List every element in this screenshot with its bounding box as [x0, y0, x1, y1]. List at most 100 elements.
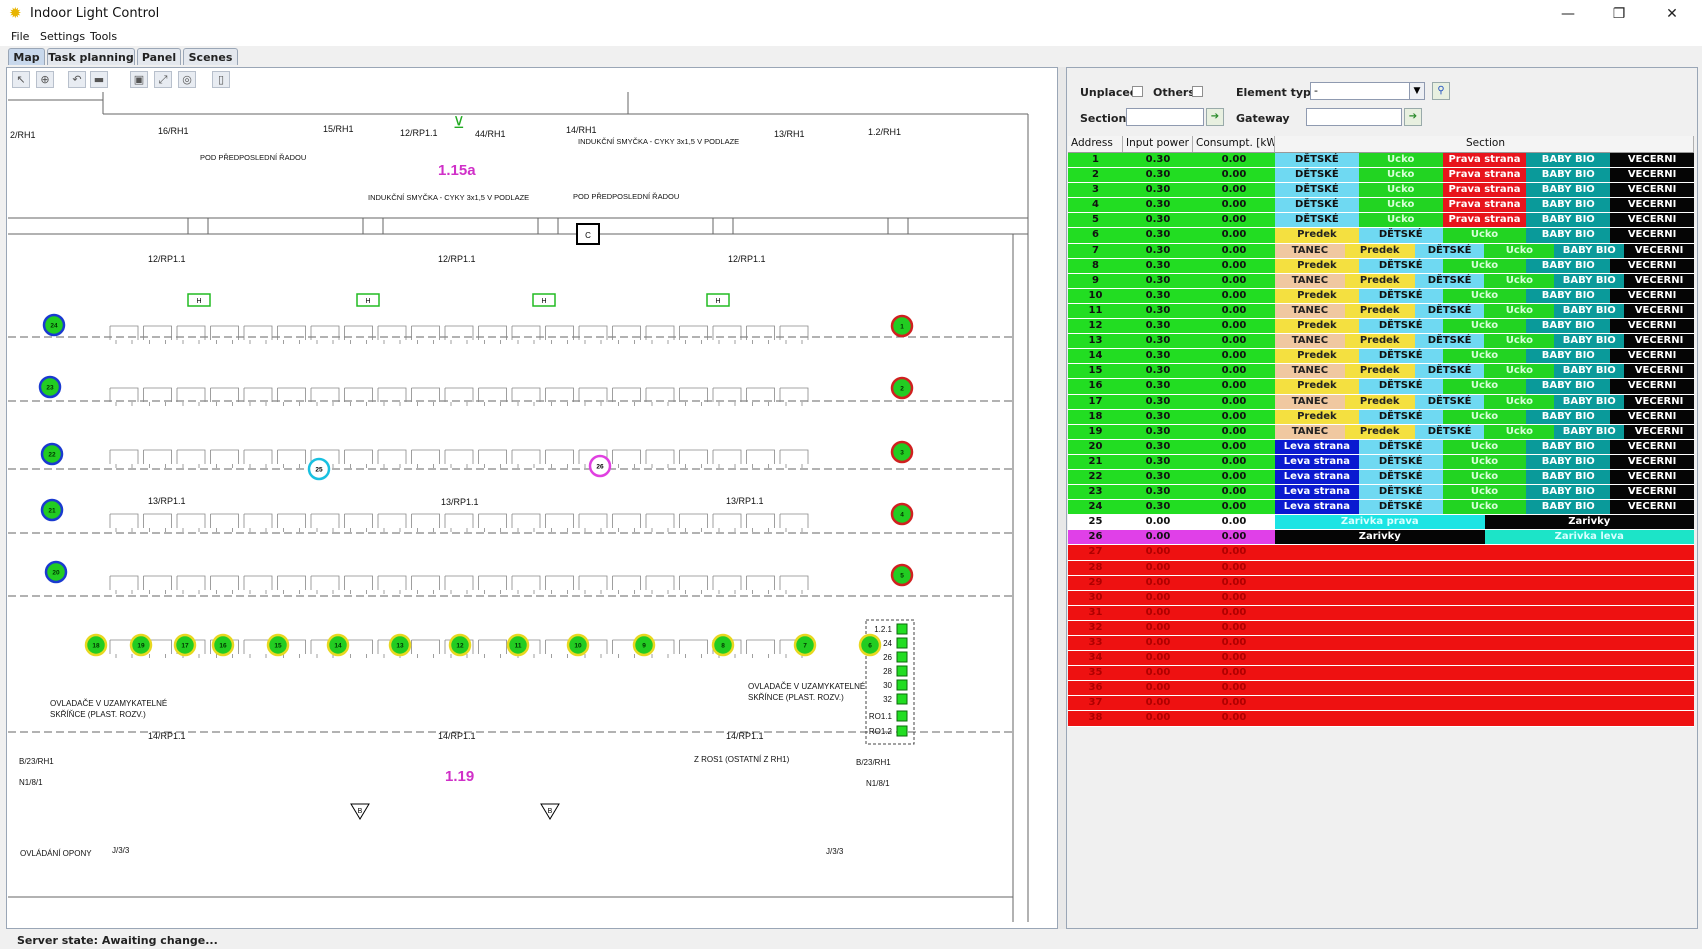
- table-row[interactable]: 22 0.30 0.00 Leva strana DĚTSKÉ Ucko BABY BIO V…: [1068, 469, 1694, 486]
- minimize-button[interactable]: —: [1545, 2, 1591, 26]
- table-row[interactable]: 26 0.00 0.00 Zarivky Zarivka leva: [1068, 530, 1694, 546]
- panel-row-indicator[interactable]: [896, 710, 908, 722]
- section-cell: DĚTSKÉ Ucko Prava strana BABY BIO VECERNI: [1275, 168, 1694, 183]
- table-row[interactable]: 29 0.00 0.00: [1068, 575, 1694, 591]
- table-row[interactable]: 32 0.00 0.00: [1068, 620, 1694, 636]
- tab-task-planning[interactable]: Task planning: [47, 48, 135, 65]
- panel-row-indicator[interactable]: [896, 725, 908, 737]
- table-row[interactable]: 28 0.00 0.00: [1068, 560, 1694, 576]
- section-tag: VECERNI: [1610, 409, 1694, 424]
- section-tag: BABY BIO: [1526, 183, 1611, 198]
- map-note: OVLÁDÁNÍ OPONY: [20, 849, 92, 858]
- restore-button[interactable]: ❐: [1596, 2, 1642, 26]
- section-tag: Leva strana: [1275, 500, 1359, 515]
- table-row[interactable]: 3 0.30 0.00 DĚTSKÉ Ucko Prava strana BABY BIO V…: [1068, 183, 1694, 199]
- info-icon[interactable]: ▯: [212, 71, 230, 88]
- table-row[interactable]: 6 0.30 0.00 Predek DĚTSKÉ Ucko BABY BIO VECERNI: [1068, 228, 1694, 244]
- section-cell: [1275, 620, 1694, 635]
- table-row[interactable]: 10 0.30 0.00 Predek DĚTSKÉ Ucko BABY BIO VECERN…: [1068, 288, 1694, 304]
- floor-plan-map[interactable]: 2/RH1 16/RH1 15/RH1 12/RP1.1 44/RH1 14/R…: [8, 92, 1056, 928]
- section-input[interactable]: [1126, 108, 1204, 126]
- chevron-down-icon[interactable]: ▼: [1409, 82, 1425, 100]
- table-row[interactable]: 5 0.30 0.00 DĚTSKÉ Ucko Prava strana BABY BIO V…: [1068, 213, 1694, 229]
- address-cell: 3: [1068, 183, 1123, 198]
- menu-tools[interactable]: Tools: [90, 30, 117, 43]
- table-row[interactable]: 17 0.30 0.00 TANEC Predek DĚTSKÉ Ucko BABY BIO V…: [1068, 394, 1694, 410]
- section-tag: Leva strana: [1275, 469, 1359, 485]
- table-row[interactable]: 30 0.00 0.00: [1068, 590, 1694, 606]
- column-header-input-power[interactable]: Input power ...: [1123, 136, 1193, 152]
- import-icon[interactable]: ▣: [130, 71, 148, 88]
- table-row[interactable]: 2 0.30 0.00 DĚTSKÉ Ucko Prava strana BABY BIO V…: [1068, 168, 1694, 184]
- section-cell: [1275, 575, 1694, 590]
- close-button[interactable]: ✕: [1649, 2, 1695, 26]
- section-apply-arrow-icon[interactable]: ➔: [1206, 108, 1224, 126]
- table-row[interactable]: 31 0.00 0.00: [1068, 605, 1694, 621]
- section-tag: BABY BIO: [1526, 153, 1611, 168]
- table-row[interactable]: 12 0.30 0.00 Predek DĚTSKÉ Ucko BABY BIO VECERN…: [1068, 319, 1694, 335]
- table-row[interactable]: 33 0.00 0.00: [1068, 636, 1694, 652]
- table-row[interactable]: 37 0.00 0.00: [1068, 696, 1694, 712]
- select-tool-icon[interactable]: ↖: [12, 71, 30, 88]
- column-header-section[interactable]: Section: [1275, 136, 1694, 152]
- table-row[interactable]: 19 0.30 0.00 TANEC Predek DĚTSKÉ Ucko BABY BIO V…: [1068, 424, 1694, 440]
- tab-map[interactable]: Map: [8, 48, 45, 65]
- section-tag: Predek: [1344, 424, 1415, 439]
- gateway-input[interactable]: [1306, 108, 1402, 126]
- table-row[interactable]: 35 0.00 0.00: [1068, 666, 1694, 682]
- gateway-apply-arrow-icon[interactable]: ➔: [1404, 108, 1422, 126]
- unplaced-checkbox[interactable]: [1132, 86, 1143, 97]
- table-row[interactable]: 24 0.30 0.00 Leva strana DĚTSKÉ Ucko BABY BIO V…: [1068, 500, 1694, 516]
- table-row[interactable]: 11 0.30 0.00 TANEC Predek DĚTSKÉ Ucko BABY BIO V…: [1068, 303, 1694, 320]
- section-cell: Predek DĚTSKÉ Ucko BABY BIO VECERNI: [1275, 379, 1694, 394]
- others-checkbox[interactable]: [1192, 86, 1203, 97]
- table-row[interactable]: 25 0.00 0.00 Zarivka prava Zarivky: [1068, 515, 1694, 531]
- table-row[interactable]: 7 0.30 0.00 TANEC Predek DĚTSKÉ Ucko BABY BIO VE…: [1068, 243, 1694, 259]
- table-row[interactable]: 8 0.30 0.00 Predek DĚTSKÉ Ucko BABY BIO VECERNI: [1068, 258, 1694, 274]
- table-row[interactable]: 1 0.30 0.00 DĚTSKÉ Ucko Prava strana BABY BIO V…: [1068, 153, 1694, 169]
- signal-icon[interactable]: ◎: [178, 71, 196, 88]
- panel-row-indicator[interactable]: [896, 623, 908, 635]
- add-element-icon[interactable]: ⊕: [36, 71, 54, 88]
- sensor-icon[interactable]: ⊻: [453, 113, 465, 132]
- menu-settings[interactable]: Settings: [40, 30, 85, 43]
- tab-scenes[interactable]: Scenes: [183, 48, 238, 65]
- map-label: 2/RH1: [10, 130, 36, 140]
- table-row[interactable]: 36 0.00 0.00: [1068, 681, 1694, 697]
- element-type-select[interactable]: -: [1310, 82, 1410, 100]
- panel-row-indicator[interactable]: [896, 651, 908, 663]
- panel-row-indicator[interactable]: [896, 693, 908, 705]
- tab-panel[interactable]: Panel: [137, 48, 181, 65]
- table-row[interactable]: 9 0.30 0.00 TANEC Predek DĚTSKÉ Ucko BABY BIO VE…: [1068, 273, 1694, 289]
- fit-icon[interactable]: ⤢: [154, 71, 172, 88]
- section-tag: Predek: [1275, 288, 1359, 303]
- save-icon[interactable]: ▬: [90, 71, 108, 88]
- table-row[interactable]: 21 0.30 0.00 Leva strana DĚTSKÉ Ucko BABY BIO V…: [1068, 454, 1694, 470]
- table-row[interactable]: 27 0.00 0.00: [1068, 545, 1694, 561]
- panel-row-indicator[interactable]: [896, 665, 908, 677]
- table-row[interactable]: 18 0.30 0.00 Predek DĚTSKÉ Ucko BABY BIO VECERN…: [1068, 409, 1694, 425]
- panel-splitter[interactable]: [1058, 67, 1066, 929]
- table-row[interactable]: 34 0.00 0.00: [1068, 651, 1694, 667]
- panel-row-indicator[interactable]: [896, 637, 908, 649]
- table-row[interactable]: 20 0.30 0.00 Leva strana DĚTSKÉ Ucko BABY BIO V…: [1068, 439, 1694, 455]
- filter-icon[interactable]: ⚲: [1432, 82, 1450, 100]
- table-row[interactable]: 13 0.30 0.00 TANEC Predek DĚTSKÉ Ucko BABY BIO V…: [1068, 334, 1694, 350]
- panel-row-indicator[interactable]: [896, 679, 908, 691]
- table-row[interactable]: 16 0.30 0.00 Predek DĚTSKÉ Ucko BABY BIO VECERN…: [1068, 379, 1694, 395]
- table-row[interactable]: 4 0.30 0.00 DĚTSKÉ Ucko Prava strana BABY BIO V…: [1068, 198, 1694, 214]
- section-tag: VECERNI: [1610, 469, 1694, 485]
- undo-icon[interactable]: ↶: [68, 71, 86, 88]
- section-tag: DĚTSKÉ: [1358, 439, 1443, 454]
- consumption-cell: 0.00: [1193, 515, 1275, 530]
- table-row[interactable]: 23 0.30 0.00 Leva strana DĚTSKÉ Ucko BABY BIO V…: [1068, 485, 1694, 501]
- table-row[interactable]: 15 0.30 0.00 TANEC Predek DĚTSKÉ Ucko BABY BIO V…: [1068, 364, 1694, 380]
- address-cell: 30: [1068, 590, 1123, 605]
- column-header-address[interactable]: Address: [1068, 136, 1123, 152]
- menu-file[interactable]: File: [11, 30, 29, 43]
- section-cell: TANEC Predek DĚTSKÉ Ucko BABY BIO VECERNI: [1275, 303, 1694, 319]
- table-row[interactable]: 14 0.30 0.00 Predek DĚTSKÉ Ucko BABY BIO VECERN…: [1068, 349, 1694, 365]
- table-row[interactable]: 38 0.00 0.00: [1068, 711, 1694, 727]
- input-power-cell: 0.30: [1123, 213, 1193, 228]
- column-header-consumption[interactable]: Consumpt. [kW...: [1193, 136, 1275, 152]
